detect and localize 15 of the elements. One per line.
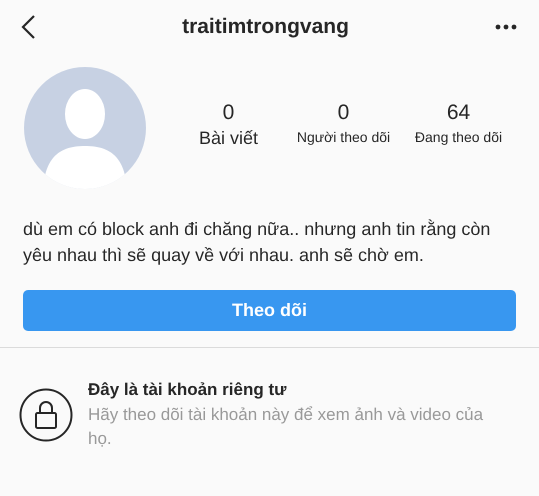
stat-label: Đang theo dõi [414,128,502,147]
avatar-icon [23,66,147,190]
private-title: Đây là tài khoản riêng tư [88,379,288,401]
private-message: Hãy theo dõi tài khoản này để xem ảnh và video của họ. [88,404,484,450]
more-options-icon[interactable] [495,24,517,30]
stat-count: 0 [338,100,350,126]
stat-count: 0 [222,100,234,126]
profile-username: traitimtrongvang [182,15,349,39]
stat-label: Người theo dõi [296,128,390,147]
profile-bio: dù em có block anh đi chăng nữa.. nhưng anh tin rằng còn yêu nhau thì sẽ quay về với nhau. anh sẽ chờ em. [23,218,492,267]
stat-count: 64 [446,100,470,126]
lock-icon [19,388,73,442]
back-icon[interactable] [20,14,36,40]
follow-button[interactable]: Theo dõi [23,290,516,331]
stat-label: Bài viết [198,127,258,150]
